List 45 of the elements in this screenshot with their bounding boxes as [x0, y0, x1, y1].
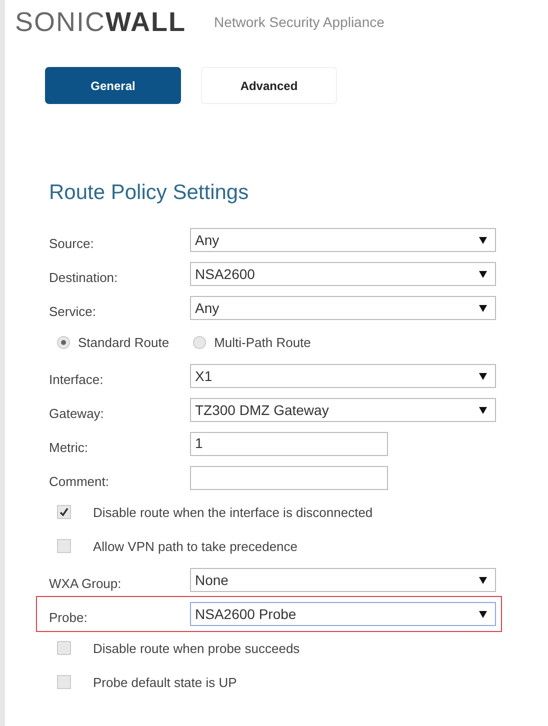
field-label: WXA Group: — [49, 574, 122, 590]
checkbox[interactable] — [57, 505, 71, 519]
product-name: Network Security Appliance — [214, 14, 384, 30]
checkbox[interactable] — [57, 641, 71, 655]
input-field[interactable]: 1 — [190, 432, 388, 456]
input-field[interactable] — [190, 466, 388, 490]
radio-label: Standard Route — [78, 334, 170, 350]
radio-label: Multi-Path Route — [214, 334, 311, 350]
field-label: Gateway: — [49, 404, 105, 420]
caret-icon — [479, 406, 487, 414]
caret-icon — [479, 304, 487, 312]
logo: SONICWALL — [15, 6, 186, 38]
dropdown[interactable]: NSA2600 Probe — [190, 602, 496, 626]
dropdown[interactable]: Any — [190, 228, 496, 252]
checkbox[interactable] — [57, 675, 71, 689]
checkbox[interactable] — [57, 539, 71, 553]
section-title: Route Policy Settings — [48, 180, 250, 206]
radio-option[interactable]: Multi-Path Route — [193, 334, 311, 350]
checkbox-label: Probe default state is UP — [93, 674, 237, 690]
tab[interactable]: General — [45, 67, 181, 104]
caret-icon — [479, 576, 487, 584]
field-label: Service: — [49, 302, 97, 318]
caret-icon — [479, 610, 487, 618]
tab[interactable]: Advanced — [201, 67, 337, 104]
dropdown[interactable]: X1 — [190, 364, 496, 388]
check-icon — [59, 507, 69, 517]
radio-option[interactable]: Standard Route — [57, 334, 170, 350]
checkbox-label: Allow VPN path to take precedence — [93, 538, 298, 554]
radio-icon[interactable] — [193, 336, 206, 348]
caret-icon — [479, 236, 487, 244]
checkbox-label: Disable route when probe succeeds — [93, 640, 300, 656]
field-label: Source: — [49, 234, 95, 250]
caret-icon — [479, 270, 487, 278]
checkbox-label: Disable route when the interface is disconnected — [93, 504, 373, 520]
dropdown[interactable]: TZ300 DMZ Gateway — [190, 398, 496, 422]
caret-icon — [479, 372, 487, 380]
dropdown[interactable]: Any — [190, 296, 496, 320]
field-label: Interface: — [49, 370, 104, 386]
field-label: Comment: — [49, 472, 110, 488]
field-label: Destination: — [49, 268, 119, 284]
field-label: Probe: — [49, 608, 88, 624]
dropdown[interactable]: None — [190, 568, 496, 592]
field-label: Metric: — [49, 438, 89, 454]
dropdown[interactable]: NSA2600 — [190, 262, 496, 286]
radio-icon[interactable] — [57, 336, 70, 348]
